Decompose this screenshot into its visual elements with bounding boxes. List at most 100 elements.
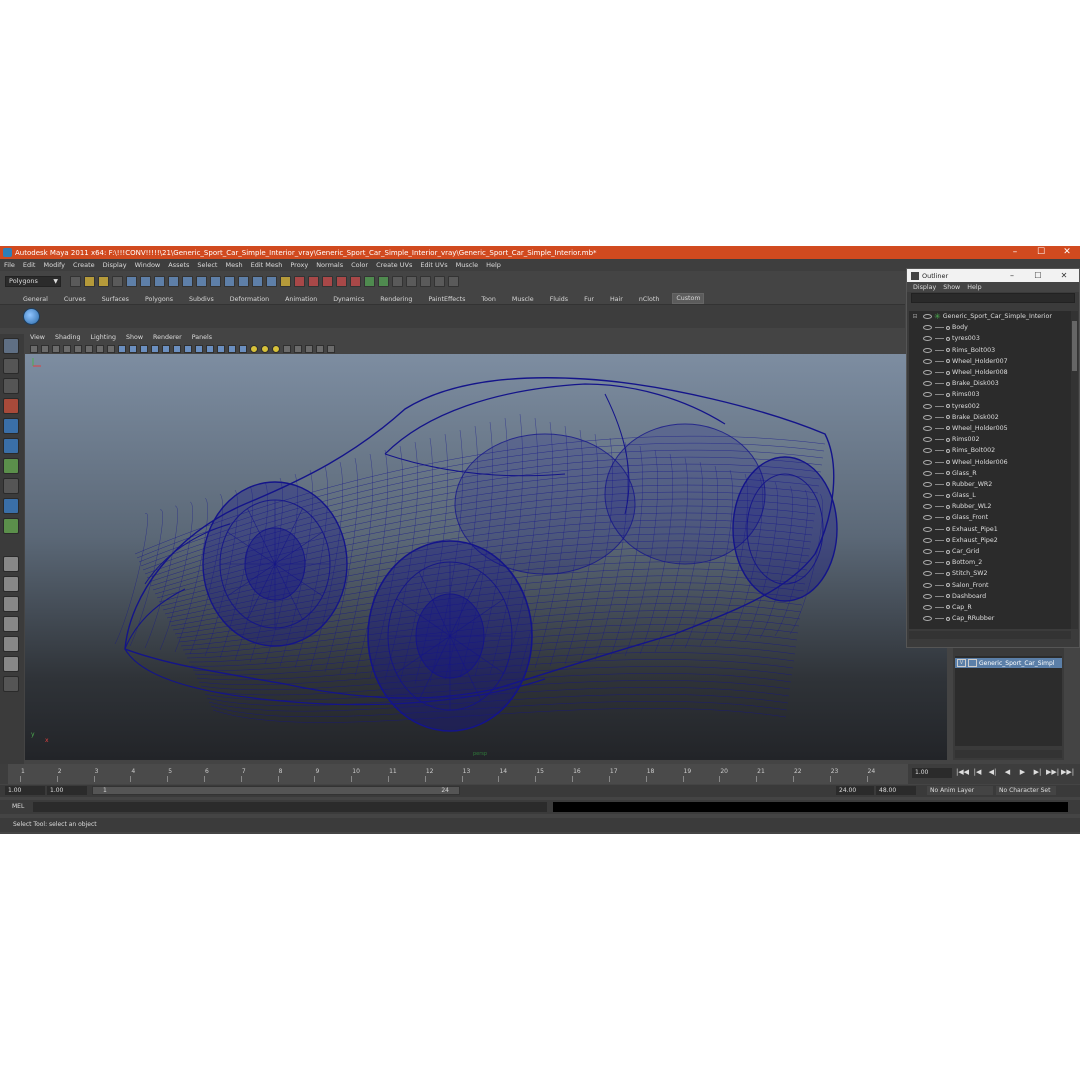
panel-menu-panels[interactable]: Panels (192, 334, 212, 341)
playback-button[interactable]: ▶▶| (1045, 768, 1060, 776)
outliner-vertical-scrollbar[interactable] (1071, 311, 1078, 629)
status-tool-icon[interactable] (196, 275, 207, 287)
panel-menu-view[interactable]: View (30, 334, 45, 341)
playback-button[interactable]: ▶ (1015, 768, 1030, 776)
status-tool-icon[interactable] (448, 275, 459, 287)
status-tool-icon[interactable] (266, 275, 277, 287)
outliner-item[interactable]: Wheel_Holder005 (909, 423, 1071, 434)
status-tool-icon[interactable] (336, 275, 347, 287)
tool-icon[interactable] (3, 398, 19, 414)
panel-tool-icon[interactable] (162, 344, 170, 353)
status-tool-icon[interactable] (378, 275, 389, 287)
panel-tool-icon[interactable] (41, 344, 49, 353)
panel-tool-icon[interactable] (151, 344, 159, 353)
tool-icon[interactable] (3, 358, 19, 374)
status-tool-icon[interactable] (154, 275, 165, 287)
outliner-item[interactable]: Rims002 (909, 434, 1071, 445)
outliner-item[interactable]: Body (909, 322, 1071, 333)
outliner-item[interactable]: Cap_R (909, 602, 1071, 613)
tab-subdivs[interactable]: Subdivs (186, 295, 217, 304)
layout-preset-icon[interactable] (3, 596, 19, 612)
anim-layer-dropdown[interactable]: No Anim Layer (927, 786, 993, 795)
menu-mesh[interactable]: Mesh (225, 261, 242, 269)
character-set-dropdown[interactable]: No Character Set (996, 786, 1056, 795)
playback-button[interactable]: ◀ (1000, 768, 1015, 776)
start-time-field[interactable]: 1.00 (5, 786, 45, 795)
layout-preset-icon[interactable] (3, 576, 19, 592)
panel-tool-icon[interactable] (250, 344, 258, 353)
outliner-item[interactable]: Rubber_WL2 (909, 501, 1071, 512)
range-bar[interactable]: 1 24 (92, 786, 460, 795)
tool-icon[interactable] (3, 518, 19, 534)
status-tool-icon[interactable] (112, 275, 123, 287)
outliner-item[interactable]: tyres003 (909, 333, 1071, 344)
tab-painteffects[interactable]: PaintEffects (425, 295, 468, 304)
custom-shelf-tool-icon[interactable] (23, 308, 40, 325)
status-tool-icon[interactable] (168, 275, 179, 287)
outliner-item[interactable]: Glass_Front (909, 512, 1071, 523)
layout-preset-icon[interactable] (3, 636, 19, 652)
perspective-viewport[interactable]: y x persp (25, 354, 947, 760)
outliner-menu-help[interactable]: Help (967, 284, 981, 291)
status-tool-icon[interactable] (98, 275, 109, 287)
outliner-close-button[interactable]: ✕ (1051, 269, 1077, 282)
panel-tool-icon[interactable] (217, 344, 225, 353)
status-tool-icon[interactable] (210, 275, 221, 287)
tab-toon[interactable]: Toon (478, 295, 498, 304)
scrollbar-thumb[interactable] (1072, 321, 1077, 371)
menu-select[interactable]: Select (197, 261, 217, 269)
outliner-item[interactable]: Salon_Front (909, 580, 1071, 591)
menu-edit-mesh[interactable]: Edit Mesh (251, 261, 283, 269)
tab-deformation[interactable]: Deformation (227, 295, 272, 304)
outliner-item[interactable]: Glass_L (909, 490, 1071, 501)
menu-create-uvs[interactable]: Create UVs (376, 261, 412, 269)
status-tool-icon[interactable] (252, 275, 263, 287)
panel-menu-shading[interactable]: Shading (55, 334, 81, 341)
outliner-item[interactable]: Stitch_SW2 (909, 568, 1071, 579)
status-tool-icon[interactable] (420, 275, 431, 287)
collapse-icon[interactable]: ⊟ (911, 313, 919, 320)
tab-curves[interactable]: Curves (61, 295, 89, 304)
menu-normals[interactable]: Normals (316, 261, 343, 269)
status-tool-icon[interactable] (224, 275, 235, 287)
tab-custom[interactable]: Custom (672, 293, 705, 304)
command-input[interactable] (33, 802, 547, 812)
outliner-item[interactable]: Rims_Bolt002 (909, 445, 1071, 456)
playback-button[interactable]: ▶| (1030, 768, 1045, 776)
outliner-item[interactable]: Glass_R (909, 468, 1071, 479)
status-tool-icon[interactable] (70, 275, 81, 287)
tool-icon[interactable] (3, 478, 19, 494)
status-tool-icon[interactable] (182, 275, 193, 287)
status-tool-icon[interactable] (294, 275, 305, 287)
playback-button[interactable]: |◀◀ (955, 768, 970, 776)
menu-assets[interactable]: Assets (168, 261, 189, 269)
status-tool-icon[interactable] (434, 275, 445, 287)
panel-tool-icon[interactable] (195, 344, 203, 353)
menu-proxy[interactable]: Proxy (290, 261, 308, 269)
panel-tool-icon[interactable] (30, 344, 38, 353)
panel-tool-icon[interactable] (129, 344, 137, 353)
tab-fur[interactable]: Fur (581, 295, 597, 304)
panel-tool-icon[interactable] (52, 344, 60, 353)
menu-set-dropdown[interactable]: Polygons ▼ (5, 275, 61, 287)
tab-rendering[interactable]: Rendering (377, 295, 415, 304)
tab-general[interactable]: General (20, 295, 51, 304)
layer-display-type-toggle[interactable] (968, 659, 977, 667)
outliner-item[interactable]: Rims003 (909, 389, 1071, 400)
panel-tool-icon[interactable] (261, 344, 269, 353)
outliner-minimize-button[interactable]: – (999, 269, 1025, 282)
status-tool-icon[interactable] (364, 275, 375, 287)
outliner-item[interactable]: Exhaust_Pipe2 (909, 535, 1071, 546)
status-tool-icon[interactable] (350, 275, 361, 287)
outliner-item[interactable]: Wheel_Holder006 (909, 456, 1071, 467)
status-tool-icon[interactable] (406, 275, 417, 287)
panel-tool-icon[interactable] (85, 344, 93, 353)
menu-help[interactable]: Help (486, 261, 501, 269)
playback-start-field[interactable]: 1.00 (47, 786, 87, 795)
tool-icon[interactable] (3, 378, 19, 394)
layout-preset-icon[interactable] (3, 616, 19, 632)
menu-file[interactable]: File (4, 261, 15, 269)
outliner-item[interactable]: Bottom_2 (909, 557, 1071, 568)
layout-preset-icon[interactable] (3, 676, 19, 692)
menu-muscle[interactable]: Muscle (456, 261, 479, 269)
